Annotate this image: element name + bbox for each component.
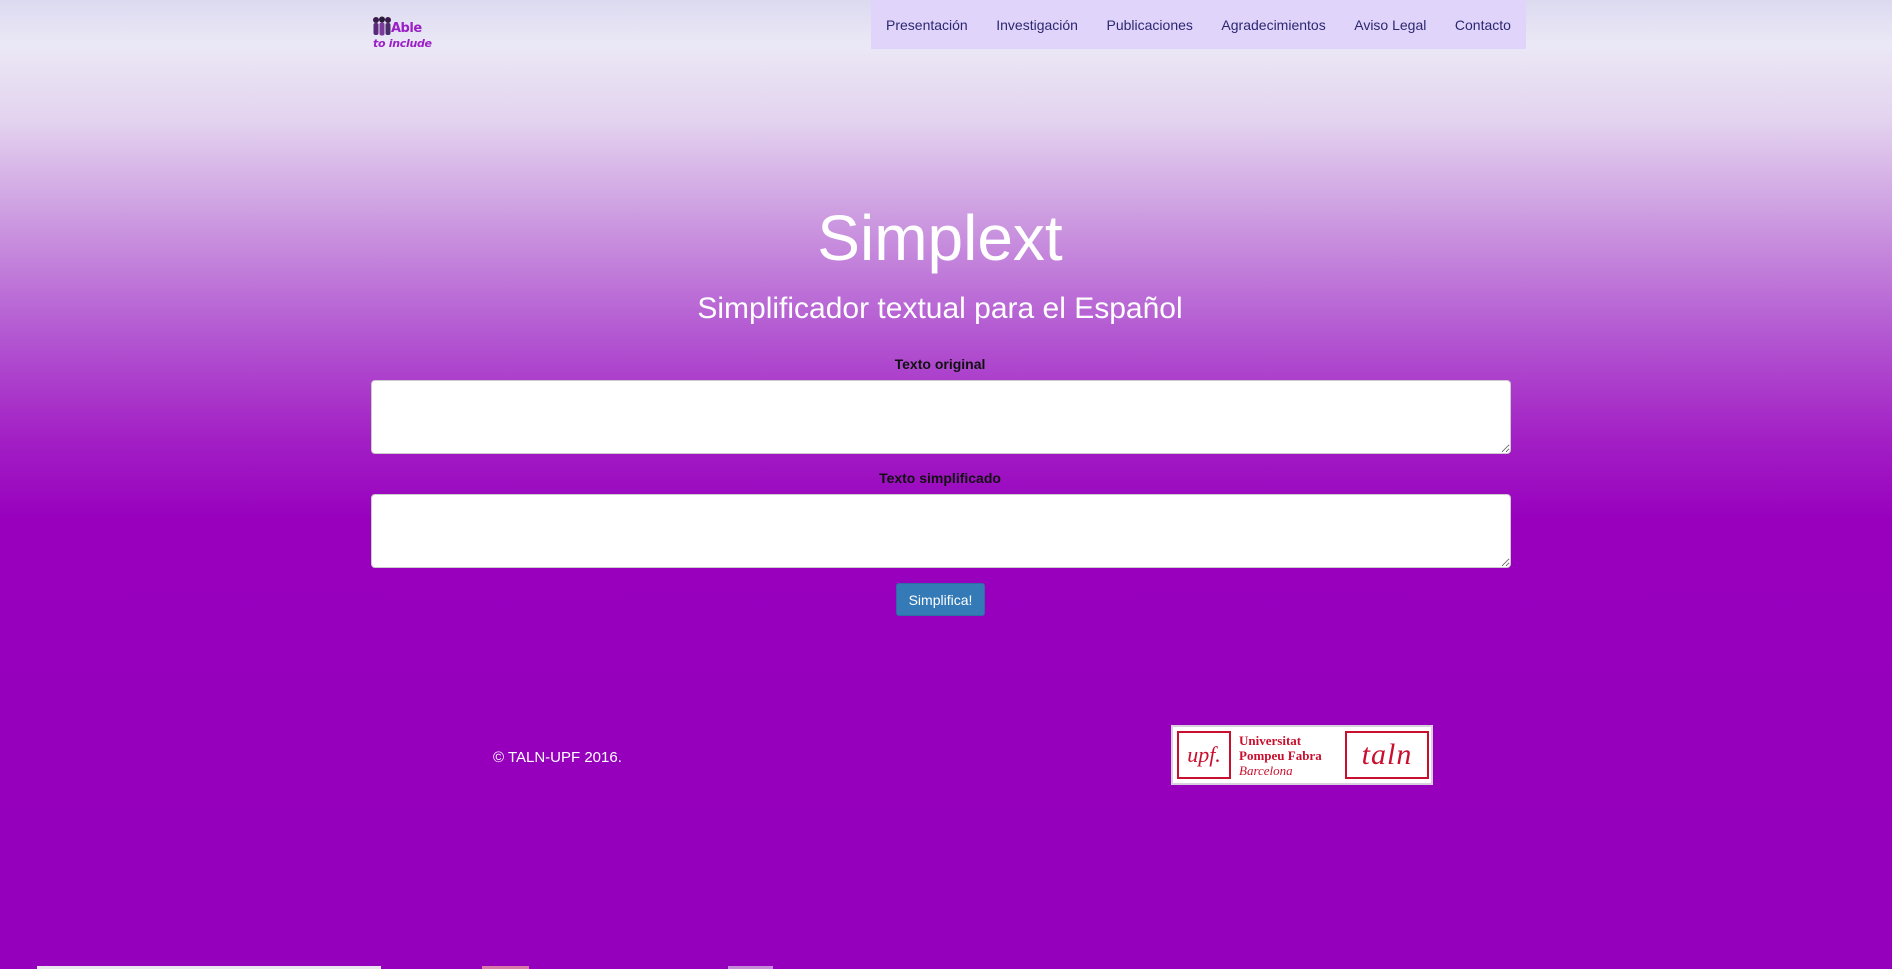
main-navigation: Presentación Investigación Publicaciones… [871, 0, 1526, 49]
people-icon [373, 16, 391, 36]
university-name: Universitat Pompeu Fabra Barcelona [1239, 733, 1322, 778]
simplify-button[interactable]: Simplifica! [896, 583, 985, 616]
original-text-label: Texto original [894, 356, 986, 372]
copyright-text: © TALN-UPF 2016. [493, 749, 622, 766]
university-line-2: Pompeu Fabra [1239, 748, 1322, 763]
nav-item-agradecimientos[interactable]: Agradecimientos [1221, 17, 1325, 33]
simplified-text-output[interactable] [371, 494, 1511, 568]
taln-mark: taln [1345, 731, 1429, 779]
university-line-3: Barcelona [1239, 763, 1293, 778]
nav-item-aviso-legal[interactable]: Aviso Legal [1354, 17, 1426, 33]
page-title: Simplext [817, 202, 1063, 274]
original-text-input[interactable] [371, 380, 1511, 454]
simplified-text-label: Texto simplificado [879, 470, 1001, 486]
upf-mark: upf. [1177, 731, 1231, 779]
nav-item-investigacion[interactable]: Investigación [996, 17, 1078, 33]
university-line-1: Universitat [1239, 733, 1302, 748]
nav-item-presentacion[interactable]: Presentación [886, 17, 968, 33]
logo-text-able: Able [391, 21, 422, 36]
nav-item-publicaciones[interactable]: Publicaciones [1107, 17, 1193, 33]
nav-item-contacto[interactable]: Contacto [1455, 17, 1511, 33]
upf-taln-logo[interactable]: upf. Universitat Pompeu Fabra Barcelona … [1171, 725, 1433, 785]
able-to-include-logo[interactable]: Able to include [372, 14, 432, 52]
logo-text-to-include: to include [373, 37, 432, 50]
page-subtitle: Simplificador textual para el Español [697, 292, 1183, 325]
